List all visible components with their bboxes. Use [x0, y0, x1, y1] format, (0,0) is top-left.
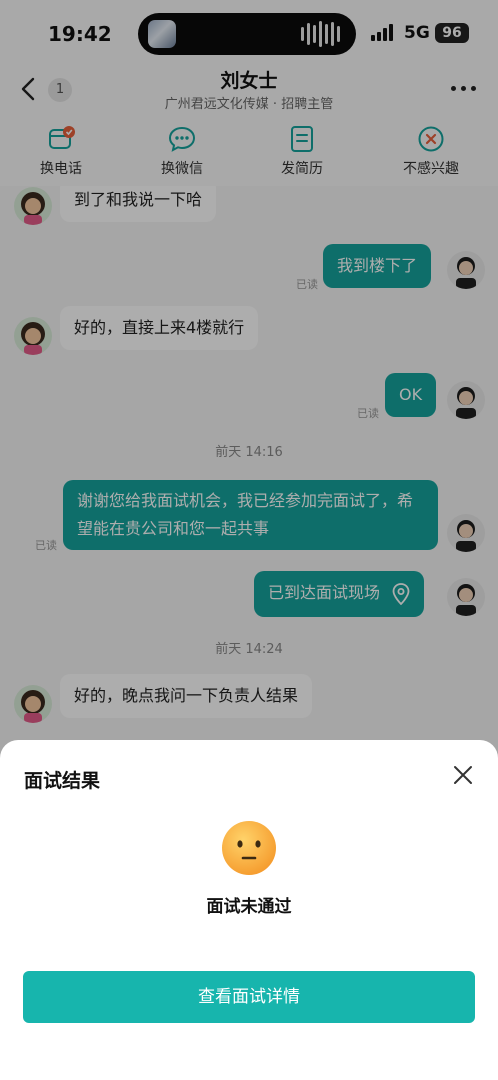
interview-result-sheet: 面试结果 面试未通过 查看面试详情	[0, 740, 498, 1080]
close-icon[interactable]	[452, 764, 474, 786]
view-interview-details-button[interactable]: 查看面试详情	[23, 971, 475, 1023]
neutral-face-icon	[222, 821, 276, 875]
result-text: 面试未通过	[206, 897, 292, 917]
sheet-title: 面试结果	[24, 770, 101, 792]
